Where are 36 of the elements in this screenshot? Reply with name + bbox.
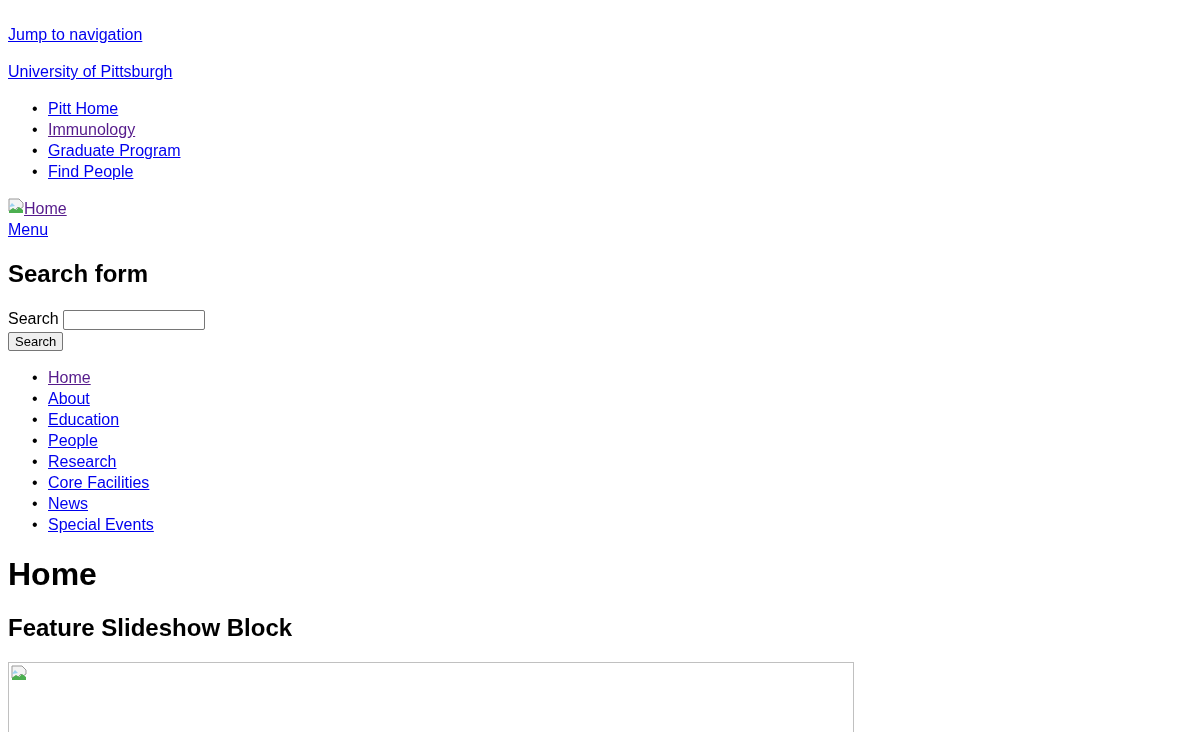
nav-link[interactable]: News — [48, 494, 88, 512]
nav-link[interactable]: Education — [48, 410, 120, 428]
nav-link[interactable]: Special Events — [48, 515, 154, 533]
top-link[interactable]: Immunology — [48, 121, 136, 138]
search-button[interactable]: Search — [8, 331, 64, 351]
site-link[interactable]: University of Pittsburgh — [8, 63, 173, 80]
broken-image-icon — [8, 198, 24, 214]
top-link[interactable]: Find People — [48, 163, 134, 180]
top-link[interactable]: Graduate Program — [48, 142, 181, 159]
bullet: • — [32, 99, 39, 119]
logo-link[interactable]: Home — [8, 200, 67, 217]
bullet: • — [32, 388, 39, 409]
bullet: • — [32, 141, 39, 161]
bullet: • — [32, 514, 39, 535]
top-link[interactable]: Pitt Home — [48, 100, 119, 117]
broken-image-icon — [11, 664, 27, 681]
search-field[interactable] — [63, 309, 206, 330]
nav-link[interactable]: People — [48, 431, 98, 449]
nav-link[interactable]: About — [48, 389, 90, 407]
menu-link[interactable]: Menu — [8, 221, 49, 238]
nav-link[interactable]: Core Facilities — [48, 473, 150, 491]
nav-link[interactable]: Research — [48, 452, 117, 470]
bullet: • — [32, 409, 39, 430]
page-title: Home — [8, 555, 98, 593]
bullet: • — [32, 493, 39, 514]
bullet: • — [32, 162, 39, 182]
skip-link[interactable]: Jump to navigation — [8, 26, 143, 43]
bullet: • — [32, 472, 39, 493]
slideshow-heading: Feature Slideshow Block — [8, 613, 294, 642]
nav-link[interactable]: Home — [48, 368, 91, 386]
bullet: • — [32, 367, 39, 388]
bullet: • — [32, 120, 39, 140]
bullet: • — [32, 451, 39, 472]
search-label: Search — [8, 309, 59, 329]
search-heading: Search form — [8, 260, 150, 288]
bullet: • — [32, 430, 39, 451]
